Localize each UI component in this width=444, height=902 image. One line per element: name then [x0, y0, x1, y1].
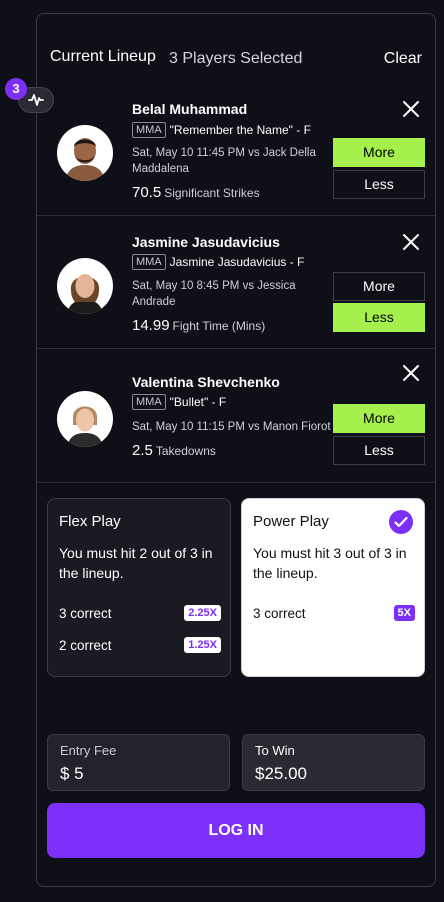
power-play-title: Power Play — [253, 513, 329, 530]
sport-tag: MMA — [132, 394, 166, 410]
payout-row: 3 correct 2.25X — [59, 605, 221, 621]
player-name: Valentina Shevchenko — [132, 374, 280, 390]
payout-row: 2 correct 1.25X — [59, 637, 221, 653]
more-button[interactable]: More — [333, 404, 425, 433]
player-avatar — [57, 125, 113, 181]
game-info: Sat, May 10 11:45 PM vs Jack Della Madda… — [132, 147, 316, 175]
projection: 70.5 Significant Strikes — [132, 184, 260, 201]
payout-multiplier: 2.25X — [184, 605, 221, 621]
projection-stat: Significant Strikes — [164, 186, 260, 200]
less-button[interactable]: Less — [333, 303, 425, 332]
projection-value: 70.5 — [132, 184, 162, 201]
payout-label: 3 correct — [253, 605, 306, 621]
close-icon[interactable] — [402, 233, 420, 251]
game-info: Sat, May 10 8:45 PM vs Jessica Andrade — [132, 280, 296, 308]
payout-multiplier: 5X — [393, 605, 415, 621]
lineup-title: Current Lineup — [50, 48, 156, 65]
game-info: Sat, May 10 11:15 PM vs Manon Fiorot — [132, 421, 331, 433]
less-button[interactable]: Less — [333, 170, 425, 199]
flex-play-card[interactable]: Flex Play You must hit 2 out of 3 in the… — [47, 498, 231, 677]
player-avatar — [57, 258, 113, 314]
clear-button[interactable]: Clear — [384, 50, 422, 68]
player-nickname: Jasmine Jasudavicius - F — [169, 255, 305, 269]
player-tagline: MMA "Remember the Name" - F — [132, 122, 311, 138]
payout-label: 3 correct — [59, 605, 112, 621]
less-button[interactable]: Less — [333, 436, 425, 465]
sport-tag: MMA — [132, 254, 166, 270]
projection: 14.99 Fight Time (Mins) — [132, 317, 265, 334]
login-button[interactable]: LOG IN — [47, 803, 425, 858]
more-button[interactable]: More — [333, 138, 425, 167]
close-icon[interactable] — [402, 100, 420, 118]
projection-stat: Fight Time (Mins) — [172, 319, 266, 333]
sport-tag: MMA — [132, 122, 166, 138]
player-name: Jasmine Jasudavicius — [132, 234, 280, 250]
projection-value: 14.99 — [132, 317, 170, 334]
close-icon[interactable] — [402, 364, 420, 382]
entry-fee-value: $ 5 — [60, 764, 84, 783]
player-name: Belal Muhammad — [132, 101, 248, 117]
lineup-header: Current Lineup 3 Players Selected Clear — [37, 14, 435, 90]
player-tagline: MMA "Bullet" - F — [132, 394, 226, 410]
player-card-valentina-shevchenko: Valentina Shevchenko MMA "Bullet" - F Sa… — [37, 349, 435, 483]
selected-check — [389, 510, 413, 534]
entry-fee-label: Entry Fee — [60, 743, 117, 758]
projection-value: 2.5 — [132, 442, 153, 459]
player-nickname: "Bullet" - F — [169, 395, 227, 409]
payout-row: 3 correct 5X — [253, 605, 415, 621]
to-win-label: To Win — [255, 743, 295, 758]
payout-label: 2 correct — [59, 637, 112, 653]
flex-play-title: Flex Play — [59, 513, 121, 530]
projection-stat: Takedowns — [155, 444, 216, 458]
more-button[interactable]: More — [333, 272, 425, 301]
check-icon — [394, 516, 408, 528]
notification-badge: 3 — [5, 78, 27, 100]
entry-fee-field[interactable]: Entry Fee $ 5 — [47, 734, 230, 791]
to-win-field: To Win $25.00 — [242, 734, 425, 791]
lineup-panel: Current Lineup 3 Players Selected Clear … — [36, 13, 436, 887]
player-card-belal-muhammad: Belal Muhammad MMA "Remember the Name" -… — [37, 90, 435, 216]
activity-icon — [28, 94, 44, 106]
to-win-value: $25.00 — [255, 764, 307, 783]
flex-play-description: You must hit 2 out of 3 in the lineup. — [59, 545, 213, 581]
payout-multiplier: 1.25X — [184, 637, 221, 653]
players-selected-count: 3 Players Selected — [169, 50, 303, 67]
power-play-description: You must hit 3 out of 3 in the lineup. — [253, 545, 407, 581]
player-tagline: MMA Jasmine Jasudavicius - F — [132, 254, 304, 270]
player-avatar — [57, 391, 113, 447]
power-play-card[interactable]: Power Play You must hit 3 out of 3 in th… — [241, 498, 425, 677]
player-nickname: "Remember the Name" - F — [169, 123, 311, 137]
projection: 2.5 Takedowns — [132, 442, 216, 459]
player-card-jasmine-jasudavicius: Jasmine Jasudavicius MMA Jasmine Jasudav… — [37, 216, 435, 349]
